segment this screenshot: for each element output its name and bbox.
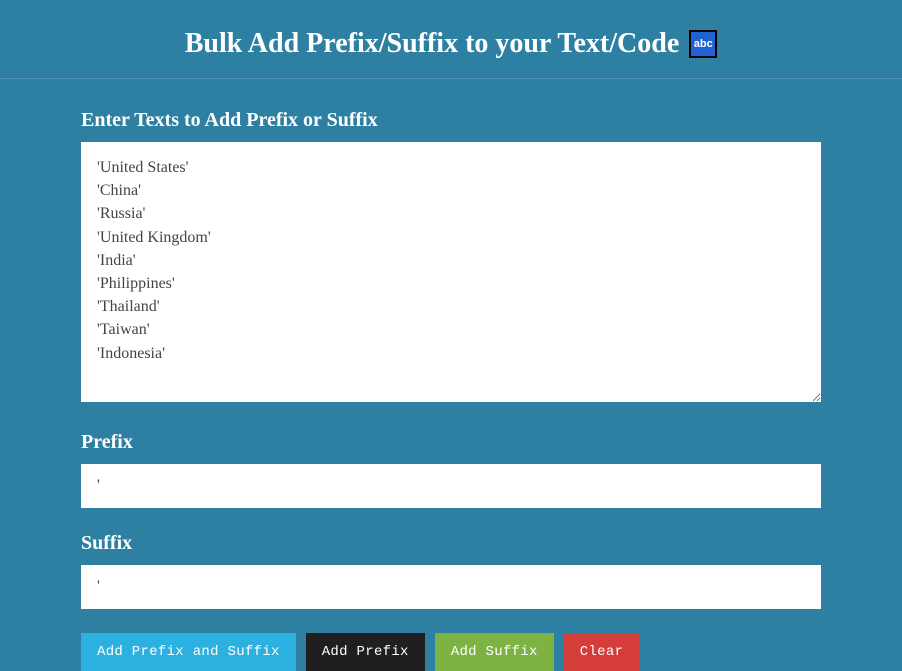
prefix-label: Prefix: [81, 431, 821, 454]
prefix-group: Prefix: [81, 431, 821, 508]
abc-icon: abc: [689, 30, 717, 58]
textarea-label: Enter Texts to Add Prefix or Suffix: [81, 109, 821, 132]
clear-button[interactable]: Clear: [564, 633, 640, 671]
button-row: Add Prefix and Suffix Add Prefix Add Suf…: [81, 633, 821, 671]
suffix-group: Suffix: [81, 532, 821, 609]
add-prefix-suffix-button[interactable]: Add Prefix and Suffix: [81, 633, 296, 671]
prefix-input[interactable]: [81, 464, 821, 508]
text-input[interactable]: 'United States' 'China' 'Russia' 'United…: [81, 142, 821, 402]
suffix-input[interactable]: [81, 565, 821, 609]
page-title: Bulk Add Prefix/Suffix to your Text/Code…: [185, 28, 718, 60]
suffix-label: Suffix: [81, 532, 821, 555]
page-header: Bulk Add Prefix/Suffix to your Text/Code…: [0, 0, 902, 79]
add-prefix-button[interactable]: Add Prefix: [306, 633, 425, 671]
textarea-group: Enter Texts to Add Prefix or Suffix 'Uni…: [81, 109, 821, 407]
main-form: Enter Texts to Add Prefix or Suffix 'Uni…: [81, 79, 821, 671]
add-suffix-button[interactable]: Add Suffix: [435, 633, 554, 671]
page-title-text: Bulk Add Prefix/Suffix to your Text/Code: [185, 28, 680, 60]
